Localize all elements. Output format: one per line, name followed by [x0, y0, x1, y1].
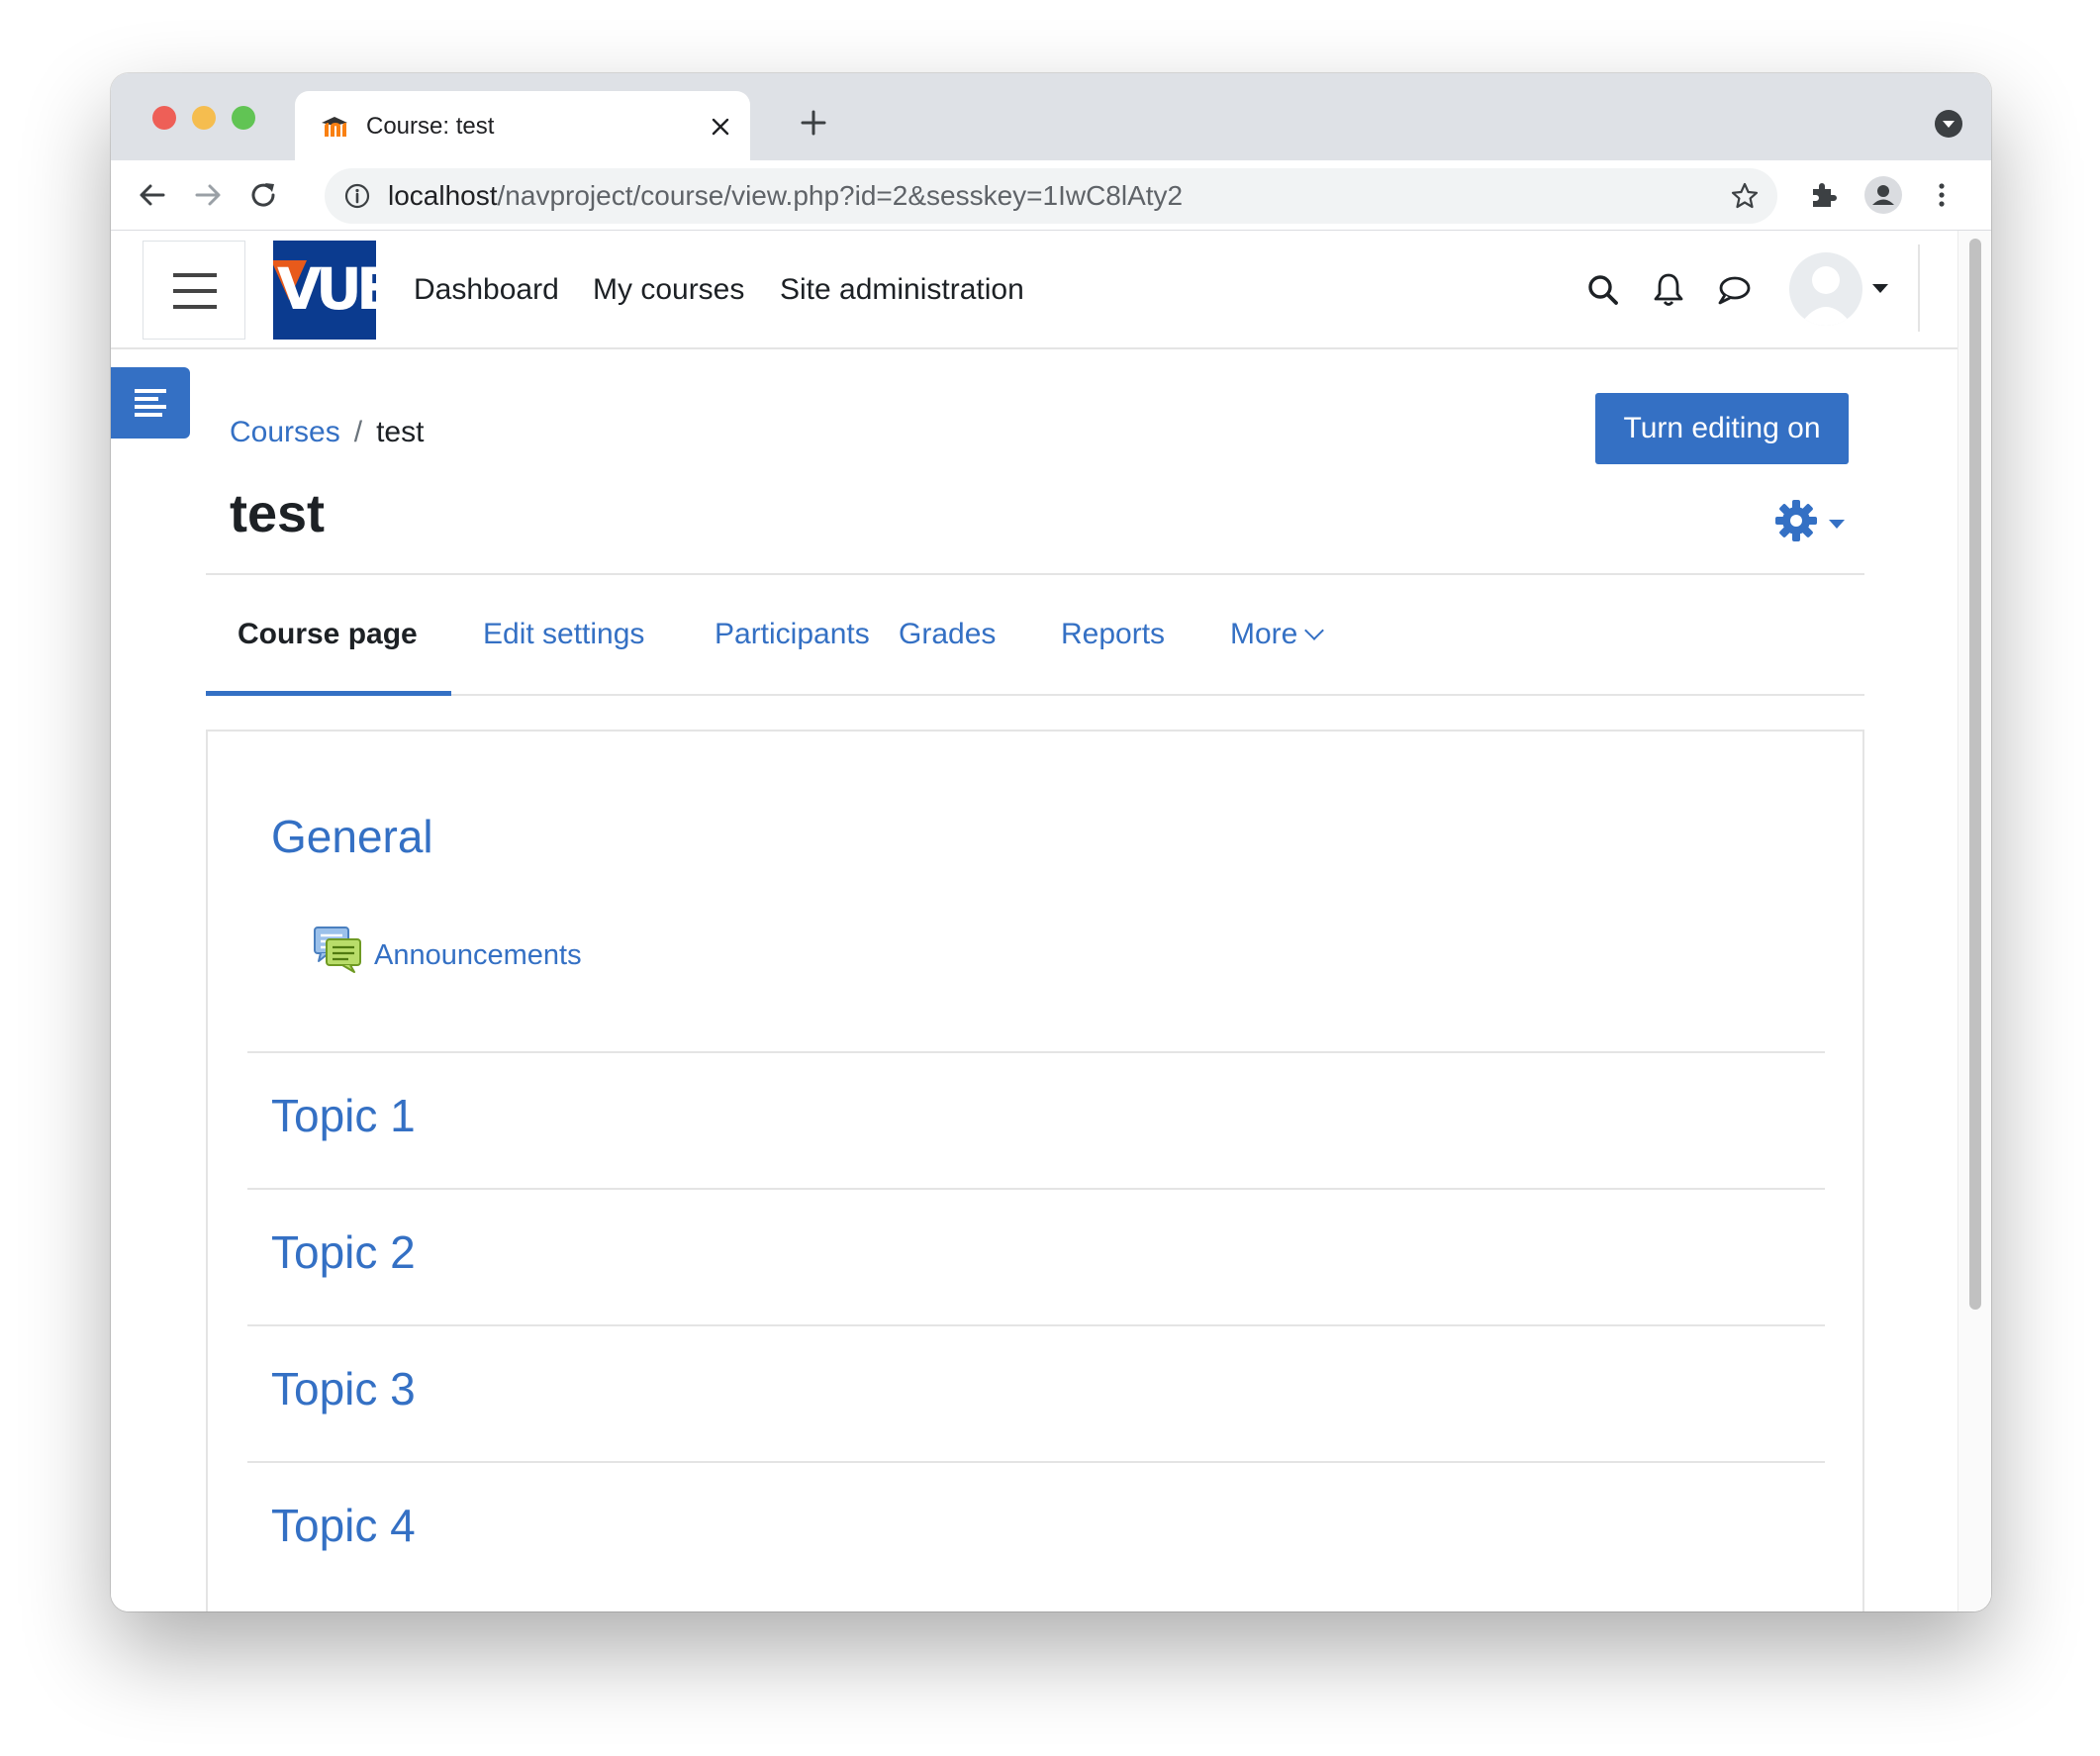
- scrollbar-thumb[interactable]: [1969, 239, 1981, 1310]
- close-tab-icon[interactable]: [709, 115, 732, 139]
- activity-label: Announcements: [374, 939, 582, 971]
- close-window-button[interactable]: [152, 106, 176, 130]
- search-icon[interactable]: [1583, 270, 1623, 310]
- messages-bubble-icon[interactable]: [1714, 270, 1754, 310]
- breadcrumb: Courses / test: [230, 413, 424, 452]
- tab-strip: Course: test: [111, 73, 1991, 160]
- browser-menu-icon[interactable]: [1926, 179, 1957, 211]
- forward-icon[interactable]: [192, 179, 224, 211]
- breadcrumb-courses-link[interactable]: Courses: [230, 416, 340, 448]
- section-title-topic-2[interactable]: Topic 2: [271, 1224, 416, 1280]
- section-divider: [247, 1461, 1825, 1463]
- back-icon[interactable]: [137, 179, 168, 211]
- minimize-window-button[interactable]: [192, 106, 216, 130]
- reload-icon[interactable]: [247, 179, 279, 211]
- tab-search-icon[interactable]: [1934, 109, 1963, 139]
- breadcrumb-separator: /: [353, 416, 363, 448]
- course-index-toggle[interactable]: [111, 367, 190, 439]
- tab-title: Course: test: [366, 113, 495, 140]
- section-title-topic-3[interactable]: Topic 3: [271, 1361, 416, 1416]
- gear-icon[interactable]: [1773, 498, 1819, 543]
- url-text: localhost/navproject/course/view.php?id=…: [388, 180, 1184, 211]
- user-avatar-icon: [1799, 266, 1853, 326]
- section-title-topic-4[interactable]: Topic 4: [271, 1498, 416, 1553]
- tab-grades[interactable]: Grades: [899, 615, 996, 654]
- tab-edit-settings[interactable]: Edit settings: [483, 615, 644, 654]
- browser-tab-active[interactable]: Course: test: [295, 91, 750, 160]
- section-title-general[interactable]: General: [271, 809, 433, 864]
- nav-link-my-courses[interactable]: My courses: [593, 270, 744, 310]
- course-navigation-tabs: Course page Edit settings Participants G…: [206, 575, 1864, 696]
- browser-window: Course: test localhost/navproject/course…: [111, 73, 1991, 1611]
- active-tab-indicator: [206, 691, 451, 696]
- page-title: test: [230, 484, 326, 543]
- gear-menu-caret-icon[interactable]: [1829, 520, 1845, 529]
- turn-editing-on-button[interactable]: Turn editing on: [1595, 393, 1849, 464]
- chevron-down-icon: [1304, 621, 1325, 640]
- site-info-icon[interactable]: [344, 183, 370, 209]
- section-divider: [247, 1188, 1825, 1190]
- moodle-favicon-icon: [322, 117, 347, 137]
- user-avatar[interactable]: [1789, 252, 1862, 326]
- navbar-divider: [1918, 244, 1920, 332]
- section-title-topic-1[interactable]: Topic 1: [271, 1088, 416, 1143]
- profile-icon[interactable]: [1864, 176, 1902, 214]
- course-content: General Announcements Topic 1 Topic 2 To…: [206, 730, 1864, 1611]
- tab-more[interactable]: More: [1230, 615, 1325, 654]
- page-content: VUB Dashboard My courses Site administra…: [111, 231, 1991, 1611]
- extensions-puzzle-icon[interactable]: [1807, 179, 1839, 211]
- nav-link-dashboard[interactable]: Dashboard: [414, 270, 559, 310]
- zoom-window-button[interactable]: [232, 106, 255, 130]
- section-divider: [247, 1324, 1825, 1326]
- nav-drawer-button[interactable]: [143, 241, 245, 340]
- notifications-bell-icon[interactable]: [1649, 270, 1688, 310]
- site-navbar: VUB Dashboard My courses Site administra…: [111, 231, 1957, 349]
- bookmark-star-icon[interactable]: [1730, 181, 1760, 211]
- page-scrollbar[interactable]: [1957, 231, 1991, 1611]
- tab-course-page[interactable]: Course page: [238, 615, 418, 654]
- user-menu-caret-icon[interactable]: [1872, 284, 1888, 293]
- tab-participants[interactable]: Participants: [715, 615, 870, 654]
- nav-link-site-administration[interactable]: Site administration: [780, 270, 1024, 310]
- section-divider: [247, 1051, 1825, 1053]
- forum-icon: [314, 927, 361, 973]
- breadcrumb-current: test: [376, 416, 425, 448]
- address-bar[interactable]: localhost/navproject/course/view.php?id=…: [325, 168, 1777, 224]
- browser-toolbar: localhost/navproject/course/view.php?id=…: [111, 160, 1991, 231]
- tab-reports[interactable]: Reports: [1061, 615, 1165, 654]
- site-logo[interactable]: VUB: [273, 241, 376, 340]
- course-index-icon: [135, 389, 166, 393]
- new-tab-icon[interactable]: [798, 107, 829, 139]
- hamburger-icon: [173, 273, 217, 277]
